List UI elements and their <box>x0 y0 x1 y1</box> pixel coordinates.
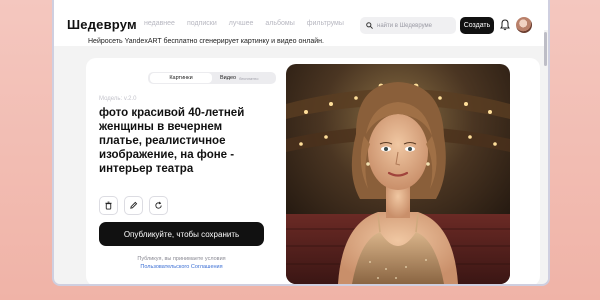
delete-button[interactable] <box>99 196 118 215</box>
browser-window: Шедеврум недавнее подписки лучшее альбом… <box>52 0 550 286</box>
tab-images[interactable]: Картинки <box>150 73 212 83</box>
regenerate-icon <box>155 201 162 209</box>
bell-icon[interactable] <box>500 19 510 31</box>
terms-link[interactable]: Пользовательского Соглашения <box>99 263 264 271</box>
model-version: Модель: v.2.0 <box>99 96 137 102</box>
search-input[interactable]: найти в Шедевруме <box>360 17 456 34</box>
edit-button[interactable] <box>124 196 143 215</box>
scrollbar-thumb[interactable] <box>544 32 547 66</box>
tab-video-label: Видео <box>220 75 237 81</box>
generated-image-art <box>286 64 510 284</box>
publish-button[interactable]: Опубликуйте, чтобы сохранить <box>99 222 264 246</box>
tab-video-note: бесплатно <box>239 75 259 81</box>
scrollbar-track[interactable] <box>544 30 548 280</box>
tool-buttons <box>99 196 168 215</box>
delete-icon <box>105 201 112 210</box>
nav-item-subscriptions[interactable]: подписки <box>187 20 217 27</box>
search-icon <box>366 22 373 29</box>
nav-item-albums[interactable]: альбомы <box>265 20 294 27</box>
nav-item-recent[interactable]: недавнее <box>144 20 175 27</box>
prompt-text: фото красивой 40-летней женщины в вечерн… <box>99 107 245 175</box>
generation-card: Картинки Видео бесплатно Модель: v.2.0 ф… <box>86 58 540 284</box>
nav-item-filtrums[interactable]: фильтрумы <box>307 20 344 27</box>
nav-item-best[interactable]: лучшее <box>229 20 254 27</box>
main-nav: недавнее подписки лучшее альбомы фильтру… <box>144 20 344 27</box>
terms-notice: Публикуя, вы принимаете условия Пользова… <box>99 255 264 271</box>
page-subtitle: Нейросеть YandexART бесплатно сгенерируе… <box>88 38 324 45</box>
regenerate-button[interactable] <box>149 196 168 215</box>
media-type-tabs: Картинки Видео бесплатно <box>148 72 276 84</box>
create-button[interactable]: Создать <box>460 17 494 34</box>
tab-video[interactable]: Видео бесплатно <box>220 73 258 83</box>
edit-icon <box>130 201 138 209</box>
terms-text: Публикуя, вы принимаете условия <box>137 256 226 262</box>
search-placeholder: найти в Шедевруме <box>377 22 433 29</box>
generated-image[interactable] <box>286 64 510 284</box>
avatar[interactable] <box>516 17 532 33</box>
site-logo[interactable]: Шедеврум <box>67 17 137 32</box>
